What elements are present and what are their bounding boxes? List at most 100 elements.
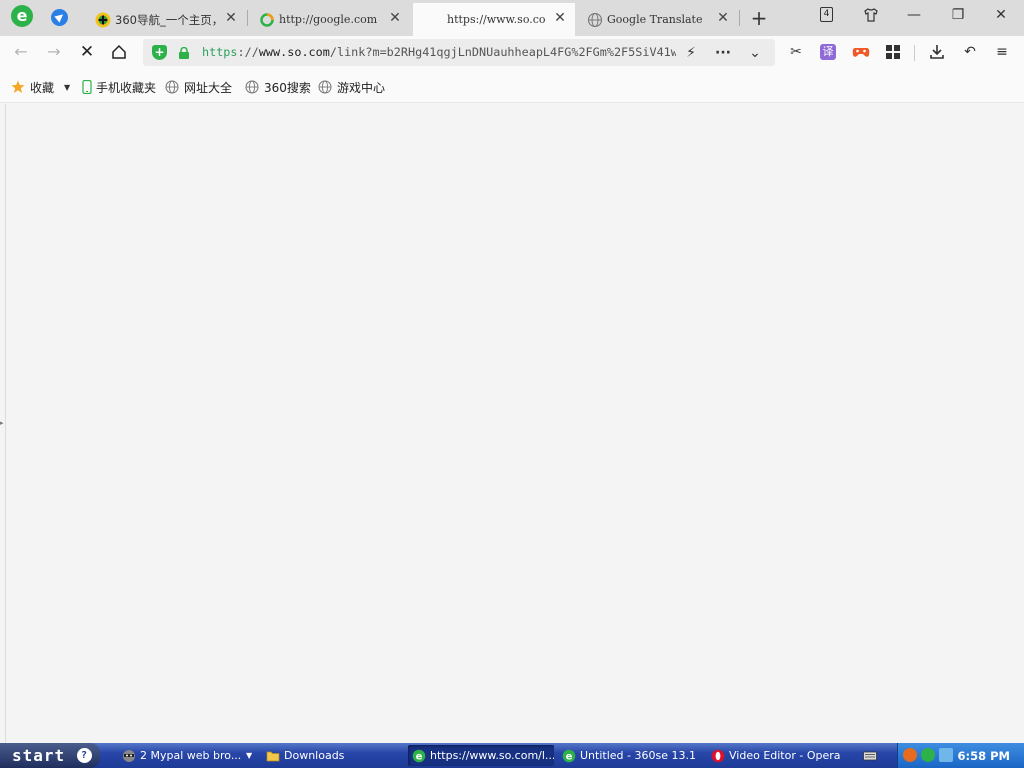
gamepad-icon[interactable]: [852, 43, 870, 61]
bookmark-label: 手机收藏夹: [96, 80, 157, 95]
globe-icon: [245, 80, 259, 94]
system-tray: 6:58 PM: [897, 743, 1024, 768]
tab-title: 360导航_一个主页，: [115, 12, 219, 27]
download-icon[interactable]: [928, 43, 946, 61]
url-separator: ://: [237, 45, 259, 59]
url-text[interactable]: https://www.so.com/link?m=b2RHg41qgjLnDN…: [202, 45, 676, 59]
tray-app-icon[interactable]: [903, 748, 917, 762]
tab-divider: [247, 10, 248, 26]
task-opera-video-editor[interactable]: Video Editor - Opera: [707, 745, 853, 766]
raccoon-icon: [123, 749, 135, 762]
tab-divider: [739, 10, 740, 26]
new-tab-button[interactable]: +: [748, 7, 770, 29]
folder-icon: [266, 751, 280, 761]
task-label: https://www.so.com/l...: [430, 749, 554, 762]
bookmark-label: 游戏中心: [337, 80, 386, 95]
keyboard-layout-icon[interactable]: [860, 745, 882, 766]
opera-icon: [711, 749, 725, 762]
bookmark-360-search[interactable]: 360搜索: [245, 79, 311, 95]
apps-grid-icon[interactable]: [884, 43, 902, 61]
task-360se-untitled[interactable]: e Untitled - 360se 13.1: [558, 745, 704, 766]
translate-icon[interactable]: 译: [820, 44, 836, 60]
start-orb-icon: ?: [77, 748, 92, 763]
bookmark-label: 网址大全: [184, 80, 233, 95]
task-group-dropdown-icon[interactable]: ▼: [246, 745, 260, 766]
globe-icon: [587, 12, 603, 27]
bookmark-favorites[interactable]: 收藏: [11, 79, 54, 95]
task-downloads[interactable]: Downloads: [262, 745, 402, 766]
skin-shirt-icon[interactable]: [860, 6, 882, 24]
tab-close-icon[interactable]: ✕: [224, 11, 238, 25]
globe-icon: [318, 80, 332, 94]
chevron-down-icon[interactable]: ⌄: [746, 44, 764, 62]
tab-google-translate[interactable]: Google Translate ✕: [578, 3, 738, 36]
task-label: Untitled - 360se 13.1: [580, 749, 696, 762]
bookmark-label: 收藏: [30, 80, 55, 95]
tab-360-nav[interactable]: 360导航_一个主页， ✕: [86, 3, 246, 36]
start-label: start: [12, 746, 66, 765]
restore-button[interactable]: ❐: [947, 6, 969, 24]
page-content-area[interactable]: ▸: [0, 104, 1024, 743]
tab-title: https://www.so.co: [447, 13, 546, 26]
url-host: www.so.com: [258, 45, 330, 59]
star-icon: [11, 80, 25, 93]
task-label: Downloads: [284, 749, 345, 762]
task-mypal[interactable]: 2 Mypal web bro...: [118, 745, 258, 766]
tab-count-badge[interactable]: 4: [820, 7, 833, 22]
blank-page-icon: [427, 12, 443, 28]
back-button[interactable]: ←: [10, 41, 32, 63]
scissors-icon[interactable]: ✂: [787, 43, 805, 61]
tab-google[interactable]: http://google.com ✕: [250, 3, 410, 36]
menu-icon[interactable]: ≡: [993, 43, 1011, 61]
360-nav-icon: [95, 12, 111, 27]
tab-close-icon[interactable]: ✕: [553, 11, 567, 25]
stop-loading-button[interactable]: ✕: [76, 41, 98, 63]
lock-icon[interactable]: [178, 47, 190, 59]
tab-close-icon[interactable]: ✕: [716, 11, 730, 25]
more-options-icon[interactable]: ···: [714, 44, 732, 62]
home-icon: [112, 44, 126, 59]
sidebar-expand-icon[interactable]: ▸: [0, 419, 4, 427]
close-window-button[interactable]: ✕: [990, 6, 1012, 24]
360se-icon: e: [412, 749, 426, 762]
navigation-toolbar: ← → ✕ + https://www.so.com/link?m=b2RHg4…: [0, 36, 1024, 70]
clock[interactable]: 6:58 PM: [958, 749, 1010, 763]
tab-title: http://google.com: [279, 13, 378, 26]
bookmarks-bar: 收藏 ▼ 手机收藏夹 网址大全 360搜索 游戏中心: [0, 70, 1024, 103]
undo-close-tab-icon[interactable]: ↶: [961, 43, 979, 61]
task-so-com[interactable]: e https://www.so.com/l...: [408, 745, 554, 766]
svg-text:e: e: [17, 6, 28, 25]
tab-close-icon[interactable]: ✕: [388, 11, 402, 25]
toolbar-divider: [914, 45, 915, 61]
bookmark-site-directory[interactable]: 网址大全: [165, 79, 232, 95]
tab-strip: e 360导航_一个主页， ✕ http://google.com ✕ http…: [0, 0, 1024, 36]
forward-button[interactable]: →: [43, 41, 65, 63]
minimize-button[interactable]: —: [903, 6, 925, 24]
home-button[interactable]: [108, 41, 130, 63]
loading-ring-icon: [260, 12, 274, 27]
tab-so-active[interactable]: https://www.so.co ✕: [413, 3, 575, 36]
favorites-dropdown-icon[interactable]: ▼: [64, 79, 70, 95]
lightning-icon[interactable]: ⚡: [682, 44, 700, 62]
tab-title: Google Translate: [607, 13, 703, 26]
sidebar-edge: [5, 104, 6, 743]
address-bar[interactable]: + https://www.so.com/link?m=b2RHg41qgjLn…: [143, 39, 775, 66]
bookmark-mobile-favorites[interactable]: 手机收藏夹: [80, 79, 156, 95]
start-button[interactable]: start ?: [0, 743, 100, 768]
360-browser-logo-icon[interactable]: e: [10, 4, 34, 28]
phone-icon: [82, 80, 92, 94]
tray-360-icon[interactable]: [921, 748, 935, 762]
windows-taskbar: start ? 2 Mypal web bro... ▼ Downloads e…: [0, 743, 1024, 768]
tray-network-icon[interactable]: [939, 748, 953, 762]
svg-text:e: e: [566, 751, 573, 762]
security-shield-icon[interactable]: +: [152, 45, 167, 60]
task-label: Video Editor - Opera: [729, 749, 841, 762]
bookmark-game-center[interactable]: 游戏中心: [318, 79, 385, 95]
send-plane-icon[interactable]: [51, 9, 68, 26]
globe-icon: [165, 80, 179, 94]
url-scheme: https: [202, 45, 238, 59]
url-path: /link?m=b2RHg41qgjLnDNUauhheapL4FG%2FGm%…: [329, 45, 676, 59]
svg-text:e: e: [416, 751, 423, 762]
bookmark-label: 360搜索: [264, 80, 311, 95]
360se-icon: e: [562, 749, 576, 762]
